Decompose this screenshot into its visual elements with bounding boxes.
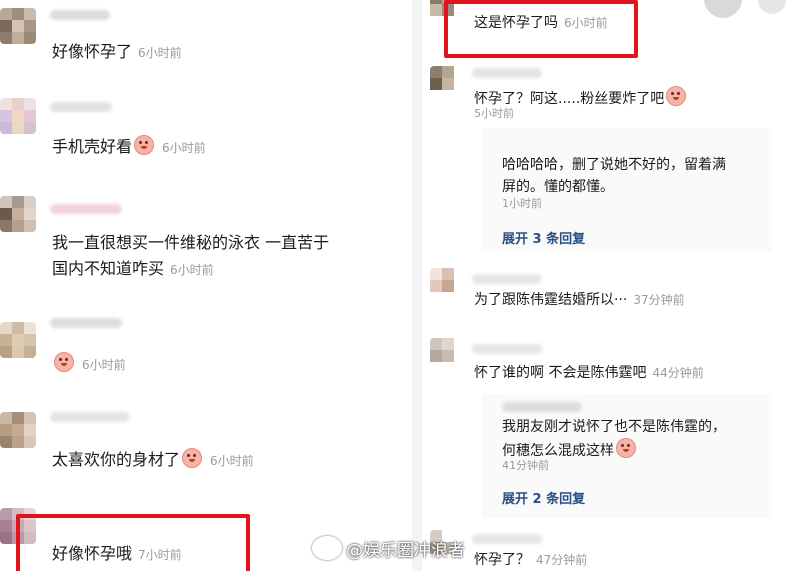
reply-text: 哈哈哈哈，删了说她不好的，留着满 屏的。懂的都懂。	[502, 157, 726, 195]
reply-time: 41分钟前	[502, 459, 549, 472]
reply-text: 我朋友刚才说怀了也不是陈伟霆的， 何穗怎么混成这样	[502, 419, 726, 459]
username-blurred	[50, 102, 112, 112]
comment-time: 6小时前	[82, 358, 126, 372]
highlight-box	[16, 514, 250, 571]
left-comment-panel: 好像怀孕了 6小时前 手机壳好看 6小时前 我一直很想买一件维秘的泳衣 一直苦于 国…	[0, 0, 412, 571]
comment-time: 6小时前	[138, 46, 182, 60]
right-comment-panel: 这是怀孕了吗 6小时前 怀孕了？阿这.....粉丝要炸了吧 5小时前 哈哈哈哈，删…	[422, 0, 787, 571]
expand-replies-link[interactable]: 展开 2 条回复	[502, 488, 585, 507]
avatar[interactable]	[430, 338, 462, 372]
username-blurred	[50, 412, 130, 422]
cute-face-emoji-icon	[182, 448, 203, 468]
reply-time-row: 41分钟前	[502, 458, 549, 474]
comment-text: 我一直很想买一件维秘的泳衣 一直苦于 国内不知道咋买 6小时前	[52, 233, 330, 278]
comment-text: 怀了谁的啊 不会是陈伟霆吧 44分钟前	[474, 365, 704, 381]
avatar[interactable]	[0, 196, 36, 232]
comment-text: 为了跟陈伟霆结婚所以··· 37分钟前	[474, 292, 685, 308]
reply-thread: 哈哈哈哈，删了说她不好的，留着满 屏的。懂的都懂。 1小时前 展开 3 条回复	[482, 128, 772, 252]
comment-time: 44分钟前	[652, 366, 704, 380]
reply-time-row: 1小时前	[502, 196, 542, 212]
highlight-box	[444, 0, 638, 58]
reply-time: 1小时前	[502, 197, 542, 210]
comment-text: 手机壳好看 6小时前	[52, 135, 206, 156]
reply-thread: 我朋友刚才说怀了也不是陈伟霆的， 何穗怎么混成这样 41分钟前 展开 2 条回复	[482, 394, 772, 518]
weibo-logo-icon	[312, 536, 342, 560]
comment-text: 好像怀孕了 6小时前	[52, 42, 182, 61]
avatar[interactable]	[0, 8, 36, 44]
expand-replies-link[interactable]: 展开 3 条回复	[502, 228, 585, 247]
comment-time: 47分钟前	[536, 553, 588, 567]
comment-time: 6小时前	[170, 263, 214, 277]
avatar[interactable]	[0, 98, 36, 134]
cute-face-emoji-icon	[134, 135, 155, 155]
cute-face-emoji-icon	[666, 86, 687, 106]
comment-time: 37分钟前	[633, 293, 685, 307]
username-blurred	[472, 534, 542, 544]
comment-text: 怀孕了？ 47分钟前	[474, 552, 588, 568]
avatar[interactable]	[430, 268, 462, 300]
comment-time-row: 5小时前	[474, 106, 514, 122]
username-blurred	[472, 68, 542, 78]
comment-text: 太喜欢你的身材了 6小时前	[52, 448, 254, 469]
username-blurred	[472, 274, 542, 284]
watermark: @娱乐圈冲浪者	[312, 536, 465, 561]
panel-divider	[412, 0, 422, 571]
username-blurred	[472, 344, 542, 354]
username-blurred	[50, 318, 122, 328]
comment-time: 6小时前	[162, 141, 206, 155]
username-blurred	[50, 204, 122, 214]
cute-face-emoji-icon	[616, 438, 636, 458]
username-blurred	[50, 10, 110, 20]
comment-text: 6小时前	[52, 351, 126, 378]
avatar[interactable]	[430, 66, 460, 98]
comment-time: 6小时前	[210, 454, 254, 468]
username-blurred	[502, 402, 582, 412]
cute-face-emoji-icon	[54, 352, 74, 372]
avatar[interactable]	[0, 322, 36, 358]
avatar[interactable]	[0, 412, 36, 448]
comment-time: 5小时前	[474, 107, 514, 120]
